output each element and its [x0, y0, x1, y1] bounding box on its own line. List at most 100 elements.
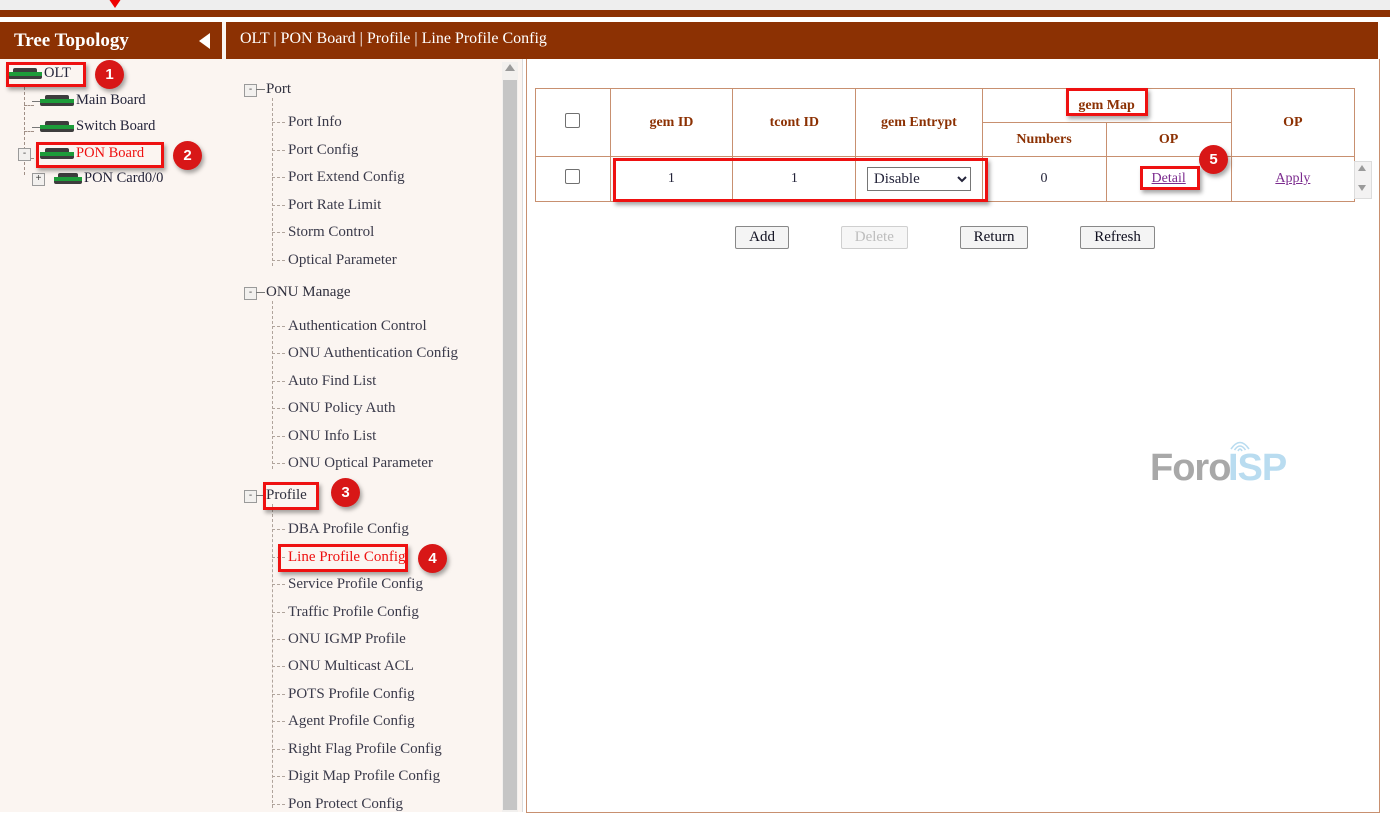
- tree-node-olt[interactable]: OLT: [8, 65, 71, 82]
- tree-connector: [272, 232, 285, 233]
- gem-entrypt-select[interactable]: Disable Enable: [867, 167, 971, 191]
- apply-link[interactable]: Apply: [1275, 171, 1310, 186]
- annotation-badge-5: 5: [1199, 145, 1228, 174]
- table-scroll-up-icon[interactable]: [1358, 165, 1366, 171]
- tree-connector: [272, 776, 285, 777]
- foroisp-watermark: Foro ISP: [1150, 437, 1300, 493]
- menu-item-authentication-control[interactable]: Authentication Control: [288, 318, 427, 335]
- return-button[interactable]: Return: [960, 226, 1029, 249]
- cell-gem-map-numbers: 0: [982, 157, 1106, 202]
- tree-topology-header: Tree Topology: [0, 22, 222, 59]
- add-button[interactable]: Add: [735, 226, 789, 249]
- tree-connector: [272, 504, 273, 808]
- menu-item-onu-igmp-profile[interactable]: ONU IGMP Profile: [288, 631, 406, 648]
- tree-connector: [272, 612, 285, 613]
- table-scroll-down-icon[interactable]: [1358, 185, 1366, 191]
- top-strip: [0, 0, 1390, 10]
- menu-item-port-extend-config[interactable]: Port Extend Config: [288, 169, 405, 186]
- tree-connector: [272, 436, 285, 437]
- header-tcont-id: tcont ID: [733, 89, 856, 157]
- watermark-text-foro: Foro: [1150, 447, 1230, 490]
- header-op: OP: [1231, 89, 1354, 157]
- tree-connector: [272, 804, 285, 805]
- tree-connector: [272, 749, 285, 750]
- header-gem-map: gem Map: [982, 89, 1231, 123]
- tree-node-label: Switch Board: [76, 118, 155, 134]
- tree-connector: [256, 292, 265, 293]
- breadcrumb: OLT | PON Board | Profile | Line Profile…: [240, 30, 547, 48]
- tree-connector: [272, 639, 285, 640]
- tree-connector: [272, 381, 285, 382]
- menu-item-digit-map-profile-config[interactable]: Digit Map Profile Config: [288, 768, 440, 785]
- cell-tcont-id: 1: [733, 157, 856, 202]
- tree-node-label: OLT: [44, 65, 71, 81]
- menu-item-onu-policy-auth[interactable]: ONU Policy Auth: [288, 400, 396, 417]
- tree-connector: [272, 98, 273, 266]
- tree-connector: [272, 694, 285, 695]
- expander-pon-card[interactable]: +: [32, 173, 45, 186]
- red-down-triangle-icon: [104, 0, 126, 8]
- row-checkbox[interactable]: [565, 169, 580, 184]
- tree-connector: [272, 260, 285, 261]
- tree-connector: [272, 353, 285, 354]
- expander-onu-manage[interactable]: -: [244, 287, 257, 300]
- menu-item-storm-control[interactable]: Storm Control: [288, 224, 374, 241]
- tree-node-pon-board[interactable]: PON Board: [40, 145, 144, 162]
- tree-node-pon-card-0-0[interactable]: PON Card0/0: [54, 170, 163, 187]
- menu-item-traffic-profile-config[interactable]: Traffic Profile Config: [288, 604, 419, 621]
- tree-connector: [272, 666, 285, 667]
- menu-scroll-up-icon[interactable]: [505, 64, 515, 71]
- refresh-button[interactable]: Refresh: [1080, 226, 1155, 249]
- detail-link[interactable]: Detail: [1152, 171, 1186, 186]
- annotation-badge-3: 3: [331, 478, 360, 507]
- menu-item-port-rate-limit[interactable]: Port Rate Limit: [288, 197, 381, 214]
- tree-connector: [272, 326, 285, 327]
- menu-item-onu-authentication-config[interactable]: ONU Authentication Config: [288, 345, 458, 362]
- tree-connector: [272, 150, 285, 151]
- header-gem-map-numbers: Numbers: [982, 123, 1106, 157]
- menu-item-agent-profile-config[interactable]: Agent Profile Config: [288, 713, 415, 730]
- tree-connector: [272, 721, 285, 722]
- cell-gem-entrypt: Disable Enable: [856, 157, 982, 202]
- expander-profile[interactable]: -: [244, 490, 257, 503]
- expander-pon-board[interactable]: -: [18, 148, 31, 161]
- menu-item-dba-profile-config[interactable]: DBA Profile Config: [288, 521, 409, 538]
- header-gem-id: gem ID: [610, 89, 733, 157]
- menu-item-service-profile-config[interactable]: Service Profile Config: [288, 576, 423, 593]
- tree-topology-title: Tree Topology: [14, 30, 129, 52]
- tree-node-switch-board[interactable]: Switch Board: [40, 118, 155, 135]
- header-gem-entrypt: gem Entrypt: [856, 89, 982, 157]
- annotation-badge-2: 2: [173, 141, 202, 170]
- board-icon: [40, 95, 74, 106]
- cell-op: Apply: [1231, 157, 1354, 202]
- menu-item-line-profile-config[interactable]: Line Profile Config: [288, 549, 405, 566]
- collapse-panel-icon[interactable]: [199, 33, 210, 49]
- annotation-badge-1: 1: [95, 60, 124, 89]
- menu-group-port[interactable]: Port: [266, 81, 291, 98]
- menu-group-profile[interactable]: Profile: [266, 487, 307, 504]
- menu-item-port-config[interactable]: Port Config: [288, 142, 358, 159]
- menu-item-port-info[interactable]: Port Info: [288, 114, 342, 131]
- menu-item-pon-protect-config[interactable]: Pon Protect Config: [288, 796, 403, 813]
- menu-scrollbar-thumb[interactable]: [503, 80, 517, 810]
- board-icon: [54, 173, 82, 184]
- tree-connector: [272, 177, 285, 178]
- tree-connector: [272, 557, 285, 558]
- menu-item-auto-find-list[interactable]: Auto Find List: [288, 373, 376, 390]
- menu-item-optical-parameter[interactable]: Optical Parameter: [288, 252, 397, 269]
- tree-connector: [24, 131, 34, 132]
- menu-item-onu-info-list[interactable]: ONU Info List: [288, 428, 376, 445]
- menu-item-pots-profile-config[interactable]: POTS Profile Config: [288, 686, 415, 703]
- tree-node-label: Main Board: [76, 92, 146, 108]
- menu-item-onu-optical-parameter[interactable]: ONU Optical Parameter: [288, 455, 433, 472]
- menu-item-right-flag-profile-config[interactable]: Right Flag Profile Config: [288, 741, 442, 758]
- content-header: OLT | PON Board | Profile | Line Profile…: [226, 22, 1378, 59]
- tree-node-main-board[interactable]: Main Board: [40, 92, 146, 109]
- tree-connector: [256, 89, 265, 90]
- select-all-checkbox[interactable]: [565, 113, 580, 128]
- menu-item-onu-multicast-acl[interactable]: ONU Multicast ACL: [288, 658, 414, 675]
- menu-group-onu-manage[interactable]: ONU Manage: [266, 284, 351, 301]
- tree-connector: [32, 127, 40, 128]
- delete-button: Delete: [841, 226, 908, 249]
- expander-port[interactable]: -: [244, 84, 257, 97]
